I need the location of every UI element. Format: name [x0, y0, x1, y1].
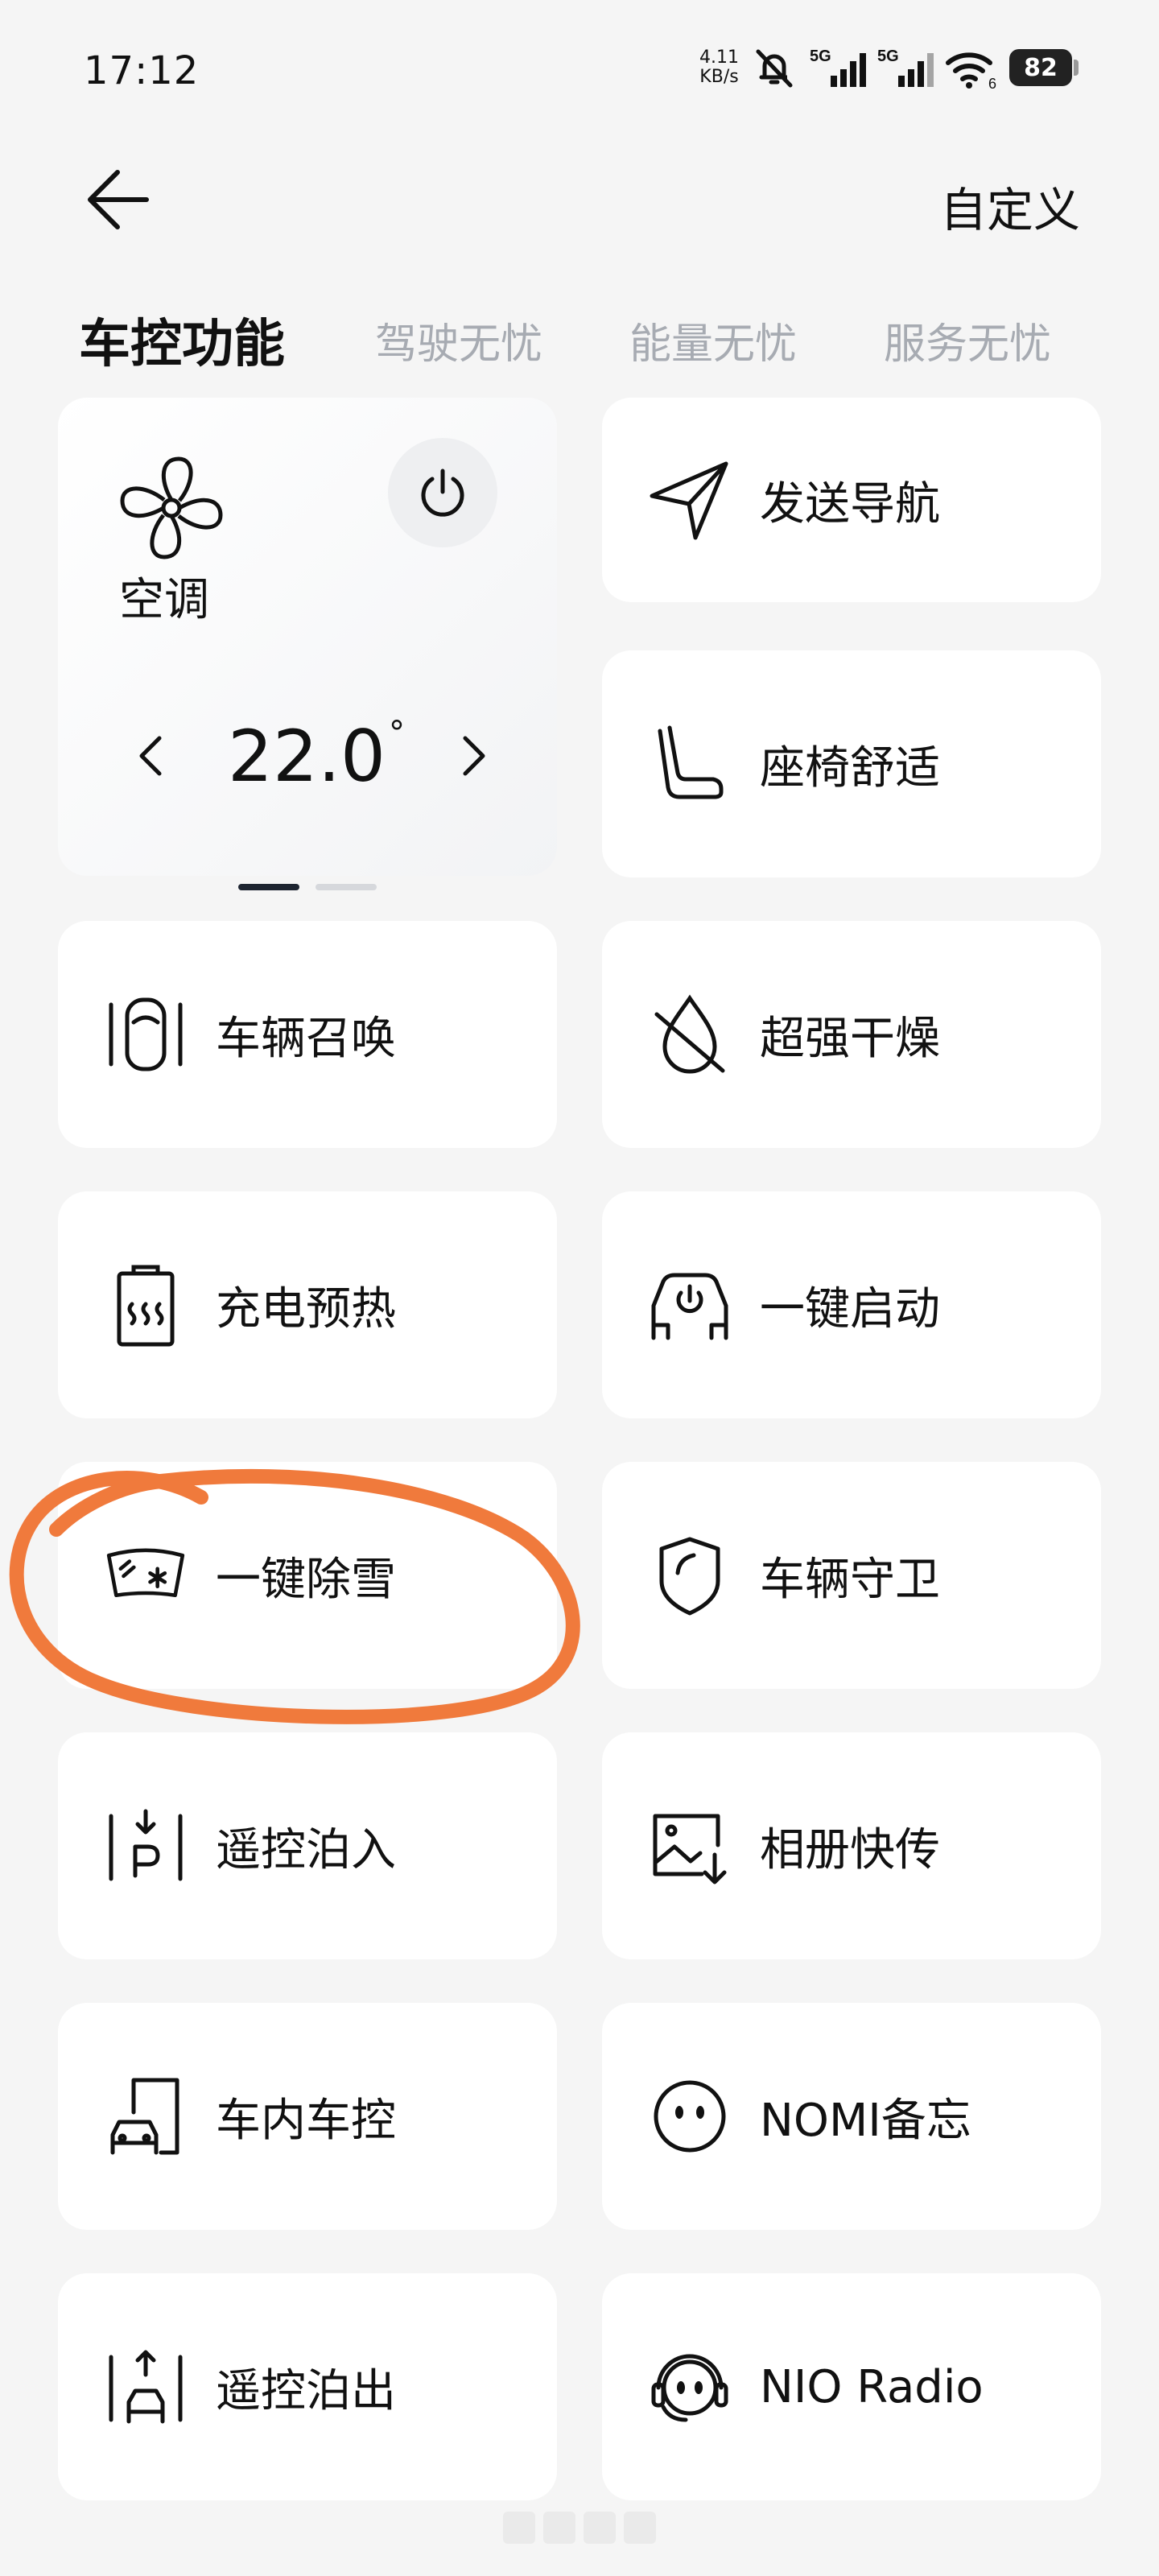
page-indicator: [238, 884, 377, 890]
net-speed-unit: KB/s: [699, 67, 739, 87]
ac-card[interactable]: 空调 22.0 °: [58, 398, 557, 876]
battery-heat-icon: [101, 1261, 190, 1349]
tab-vehicle-control[interactable]: 车控功能: [79, 303, 285, 377]
signal-icon: 5G: [810, 47, 866, 87]
seat-icon: [645, 720, 734, 808]
chevron-right-icon: [463, 736, 485, 776]
temperature-value: 22.0: [228, 714, 386, 798]
navigation-icon: [645, 456, 734, 544]
card-label: 车辆守卫: [760, 1553, 940, 1606]
wifi-icon: 6: [946, 52, 996, 90]
hint-block: [503, 2512, 535, 2544]
card-vehicle-summon[interactable]: 车辆召唤: [58, 921, 557, 1148]
card-label: 超强干燥: [760, 1012, 940, 1065]
ac-temperature-control: 22.0 °: [119, 712, 554, 800]
page-dot-active: [238, 884, 299, 890]
tab-driving[interactable]: 驾驶无忧: [375, 310, 542, 370]
card-label: 相册快传: [760, 1823, 940, 1876]
card-label: 发送导航: [760, 477, 940, 530]
card-vehicle-guard[interactable]: 车辆守卫: [602, 1462, 1101, 1689]
bell-off-icon: [756, 49, 793, 88]
card-label: 一键启动: [760, 1282, 940, 1335]
signal2-label: 5G: [877, 47, 899, 65]
tab-energy[interactable]: 能量无忧: [629, 310, 797, 370]
signal1-label: 5G: [810, 47, 831, 65]
card-label: 车辆召唤: [216, 1012, 396, 1065]
card-in-car-control[interactable]: 车内车控: [58, 2003, 557, 2230]
photo-transfer-icon: [645, 1802, 734, 1890]
card-super-dry[interactable]: 超强干燥: [602, 921, 1101, 1148]
nomi-icon: [645, 2072, 734, 2161]
tab-service[interactable]: 服务无忧: [884, 310, 1051, 370]
card-label: NIO Radio: [760, 2360, 984, 2413]
status-icons: 4.11 KB/s 5G 5G 6 82: [699, 45, 1079, 90]
status-bar: 17:12 4.11 KB/s 5G 5G 6 82: [0, 0, 1159, 145]
dry-icon: [645, 990, 734, 1079]
net-speed: 4.11 KB/s: [699, 48, 739, 87]
card-label: NOMI备忘: [760, 2094, 971, 2147]
wifi-badge: 6: [988, 76, 996, 90]
hint-block: [624, 2512, 656, 2544]
net-speed-value: 4.11: [699, 47, 739, 68]
card-label: 车内车控: [216, 2094, 396, 2147]
status-time: 17:12: [84, 48, 200, 93]
temp-increase-button[interactable]: [441, 712, 505, 800]
in-car-control-icon: [101, 2072, 190, 2161]
card-photo-transfer[interactable]: 相册快传: [602, 1732, 1101, 1959]
battery-tip: [1074, 60, 1079, 76]
card-label: 一键除雪: [216, 1553, 396, 1606]
ac-power-button[interactable]: [388, 438, 497, 547]
card-charge-preheat[interactable]: 充电预热: [58, 1191, 557, 1418]
bottom-indicator: [0, 2479, 1159, 2576]
car-summon-icon: [101, 990, 190, 1079]
park-out-icon: [101, 2343, 190, 2431]
card-seat-comfort[interactable]: 座椅舒适: [602, 650, 1101, 877]
temperature-unit: °: [388, 714, 405, 752]
card-label: 座椅舒适: [760, 741, 940, 795]
card-one-key-start[interactable]: 一键启动: [602, 1191, 1101, 1418]
fan-icon: [120, 456, 223, 559]
temp-decrease-button[interactable]: [119, 712, 184, 800]
card-label: 遥控泊入: [216, 1823, 396, 1876]
car-start-icon: [645, 1261, 734, 1349]
hint-block: [584, 2512, 616, 2544]
tab-bar: 车控功能 驾驶无忧 能量无忧 服务无忧: [79, 299, 1093, 380]
windshield-snow-icon: [101, 1531, 190, 1620]
card-remote-park-out[interactable]: 遥控泊出: [58, 2273, 557, 2500]
battery-icon: 82: [1009, 49, 1072, 86]
back-button[interactable]: [80, 161, 158, 238]
card-label: 充电预热: [216, 1282, 396, 1335]
shield-icon: [645, 1531, 734, 1620]
ac-label: 空调: [119, 574, 209, 626]
chevron-left-icon: [139, 736, 162, 776]
power-icon: [421, 469, 464, 517]
page-dot: [316, 884, 377, 890]
card-one-key-snow-removal[interactable]: 一键除雪: [58, 1462, 557, 1689]
card-nomi-memo[interactable]: NOMI备忘: [602, 2003, 1101, 2230]
card-nio-radio[interactable]: NIO Radio: [602, 2273, 1101, 2500]
signal-icon: 5G: [877, 47, 934, 87]
arrow-left-icon: [88, 170, 149, 229]
park-in-icon: [101, 1802, 190, 1890]
card-remote-park-in[interactable]: 遥控泊入: [58, 1732, 557, 1959]
radio-icon: [645, 2343, 734, 2431]
customize-button[interactable]: 自定义: [940, 172, 1080, 240]
hint-block: [543, 2512, 575, 2544]
card-label: 遥控泊出: [216, 2364, 396, 2417]
ac-temperature: 22.0 °: [224, 715, 409, 798]
card-send-navigation[interactable]: 发送导航: [602, 398, 1101, 602]
